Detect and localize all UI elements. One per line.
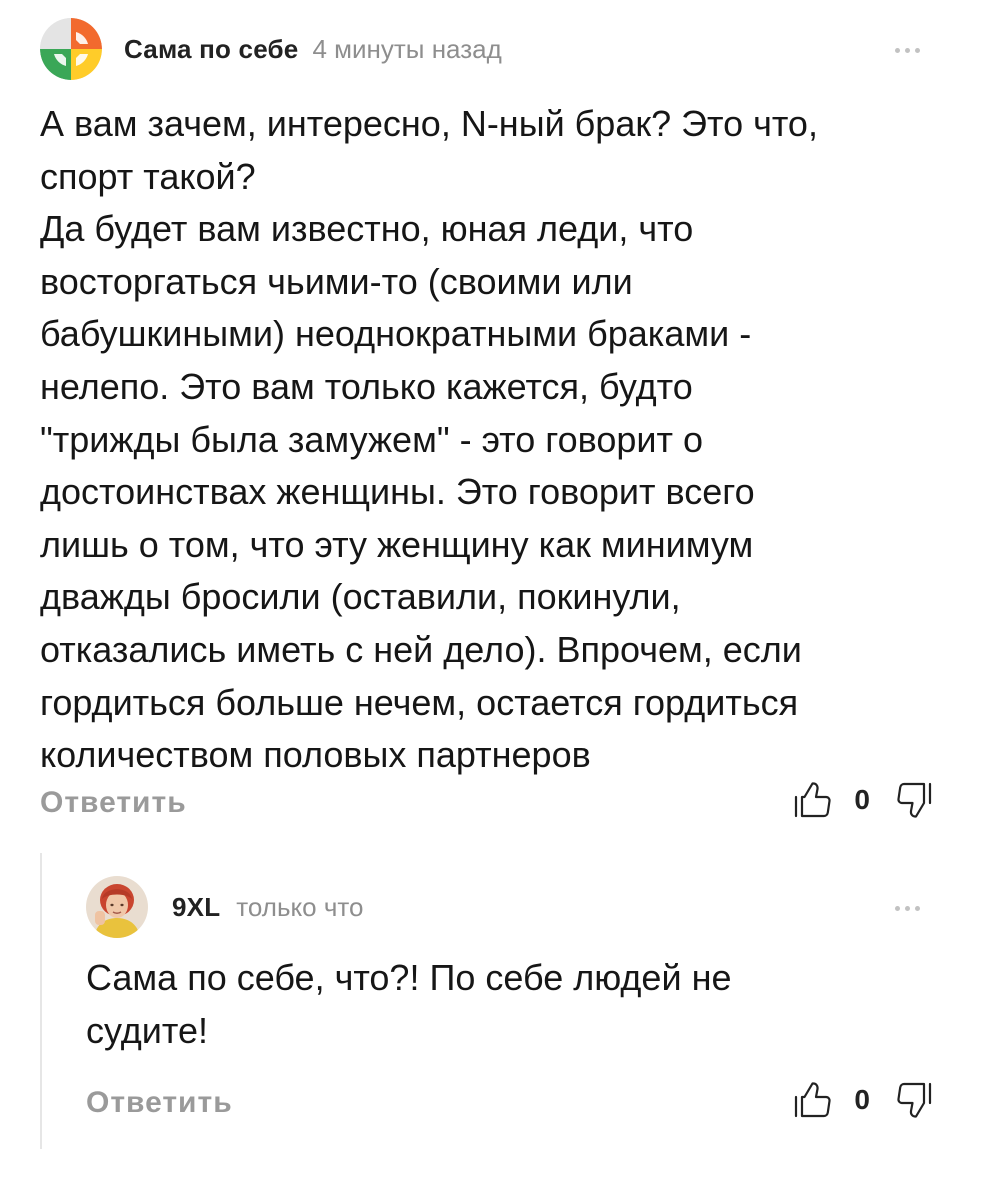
comment-header: 9XL только что <box>86 876 364 938</box>
thumbs-down-icon[interactable] <box>894 780 934 820</box>
comment-header: Сама по себе 4 минуты назад <box>40 18 502 80</box>
like-count: 0 <box>854 1084 870 1115</box>
more-dots-icon[interactable] <box>895 48 920 53</box>
author-name[interactable]: Сама по себе <box>124 34 298 65</box>
colorful-logo-avatar-icon <box>40 18 102 80</box>
user-photo-avatar-icon <box>86 876 148 938</box>
thumbs-down-icon[interactable] <box>894 1080 934 1120</box>
comment-text: Сама по себе, что?! По себе людей не суд… <box>86 957 732 1051</box>
more-dots-icon[interactable] <box>895 906 920 911</box>
thumbs-up-icon[interactable] <box>792 780 832 820</box>
reply-button[interactable]: Ответить <box>86 1086 233 1120</box>
author-name[interactable]: 9XL <box>172 892 220 923</box>
thread-line <box>40 853 42 1149</box>
comment-text: А вам зачем, интересно, N-ный брак? Это … <box>40 103 818 776</box>
like-count: 0 <box>854 784 870 815</box>
thumbs-up-icon[interactable] <box>792 1080 832 1120</box>
timestamp: только что <box>236 891 364 922</box>
timestamp: 4 минуты назад <box>312 33 502 64</box>
vote-controls: 0 <box>792 1080 934 1120</box>
avatar[interactable] <box>40 18 102 80</box>
avatar[interactable] <box>86 876 148 938</box>
vote-controls: 0 <box>792 780 934 820</box>
reply-button[interactable]: Ответить <box>40 786 187 820</box>
